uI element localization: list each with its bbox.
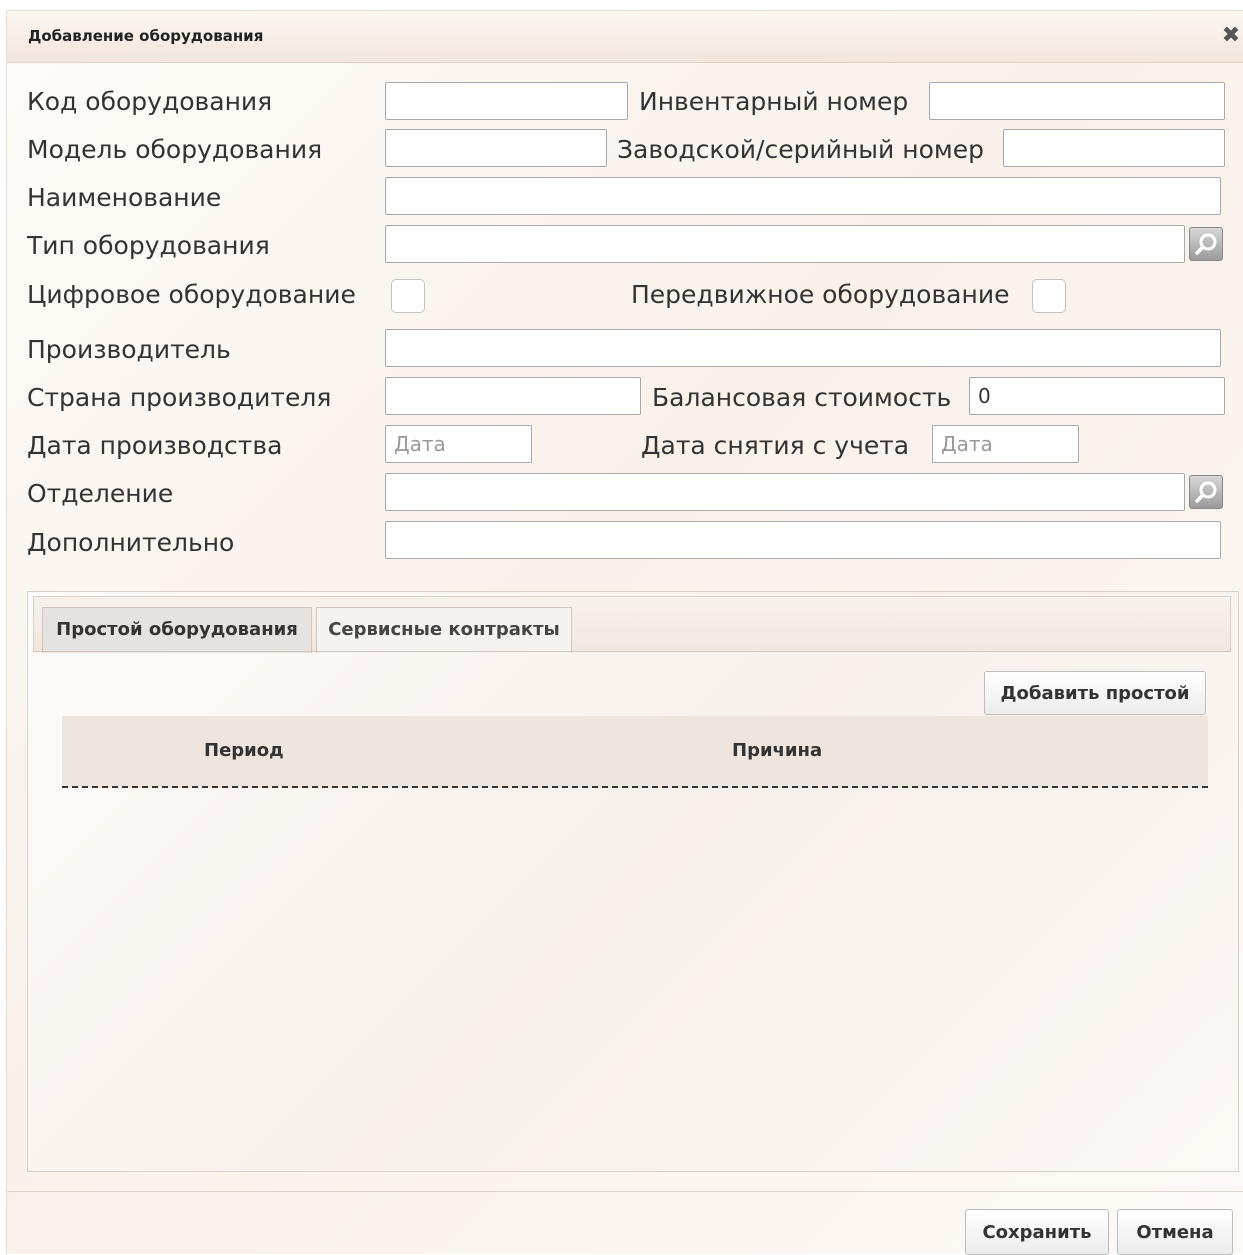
type-lookup-button[interactable] [1189,227,1223,261]
name-input[interactable] [385,177,1221,215]
dialog-title: Добавление оборудования [28,27,264,45]
inventory-label: Инвентарный номер [639,87,909,116]
search-icon [1195,233,1217,255]
balance-label: Балансовая стоимость [652,383,952,412]
manufacturer-input[interactable] [385,329,1221,367]
balance-input[interactable] [969,377,1225,415]
close-icon[interactable]: ✖ [1219,23,1243,49]
model-label: Модель оборудования [27,135,323,164]
name-label: Наименование [27,183,222,212]
dialog-titlebar[interactable]: Добавление оборудования ✖ [7,11,1243,63]
tab-divider [33,651,1231,652]
search-icon [1195,481,1217,503]
mobile-checkbox[interactable] [1032,279,1066,313]
extra-label: Дополнительно [27,528,235,557]
tab-downtime[interactable]: Простой оборудования [42,607,312,653]
add-downtime-button[interactable]: Добавить простой [984,671,1206,715]
serial-label: Заводской/серийный номер [617,135,984,164]
downtime-table-header: Период Причина [62,716,1208,788]
dereg-date-label: Дата снятия с учета [641,431,910,460]
add-equipment-dialog: Добавление оборудования ✖ Код оборудован… [6,10,1243,1255]
inventory-input[interactable] [929,82,1225,120]
tab-service-contracts[interactable]: Сервисные контракты [316,607,572,653]
digital-checkbox[interactable] [391,279,425,313]
type-input[interactable] [385,225,1185,263]
dereg-date-input[interactable] [932,425,1079,463]
footer-divider [7,1191,1243,1192]
country-input[interactable] [385,377,641,415]
prod-date-input[interactable] [385,425,532,463]
save-button[interactable]: Сохранить [965,1209,1109,1255]
department-label: Отделение [27,479,174,508]
column-header-period[interactable]: Период [204,740,284,761]
cancel-button[interactable]: Отмена [1117,1209,1233,1255]
code-input[interactable] [385,82,628,120]
country-label: Страна производителя [27,383,332,412]
prod-date-label: Дата производства [27,431,283,460]
manufacturer-label: Производитель [27,335,231,364]
serial-input[interactable] [1003,129,1225,167]
department-input[interactable] [385,473,1185,511]
type-label: Тип оборудования [27,231,270,260]
department-lookup-button[interactable] [1189,475,1223,509]
digital-label: Цифровое оборудование [27,280,356,309]
column-header-reason[interactable]: Причина [732,740,822,761]
extra-input[interactable] [385,521,1221,559]
code-label: Код оборудования [27,87,273,116]
model-input[interactable] [385,129,607,167]
tab-panel: Простой оборудования Сервисные контракты… [27,591,1239,1172]
tab-strip: Простой оборудования Сервисные контракты [33,596,1231,653]
mobile-label: Передвижное оборудование [631,280,1010,309]
